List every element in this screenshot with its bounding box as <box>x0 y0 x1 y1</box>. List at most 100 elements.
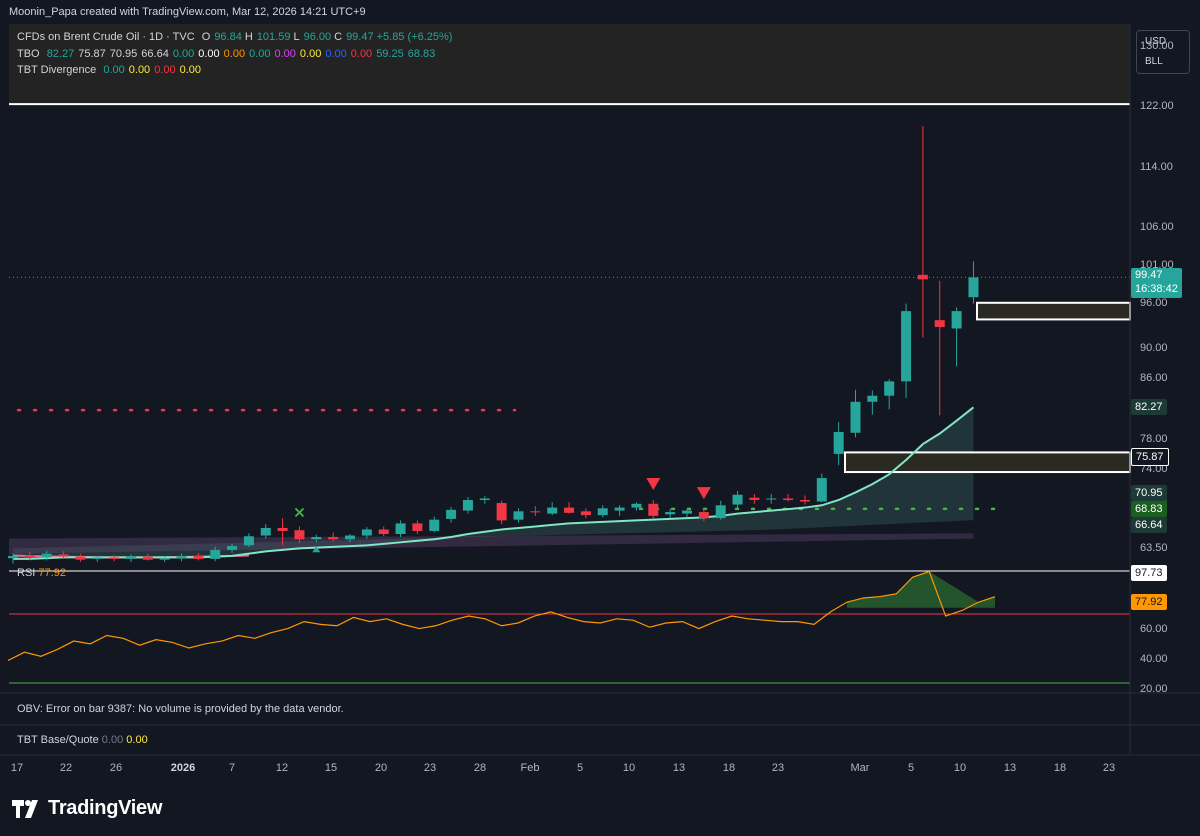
price-tick: 90.00 <box>1140 341 1168 354</box>
candle-body <box>766 498 777 500</box>
tbo-value: 66.64 <box>141 48 169 60</box>
candle-body <box>58 554 69 557</box>
candle-body <box>311 537 322 540</box>
candle-body <box>698 512 709 519</box>
time-tick: 7 <box>228 762 236 774</box>
ohlc-value: 99.47 <box>346 31 374 43</box>
price-tick: 122.00 <box>1140 100 1174 113</box>
tbo-value: 0.00 <box>249 48 271 60</box>
tradingview-logo-icon <box>12 799 38 818</box>
candle-body <box>917 274 928 280</box>
tbt-bq-name[interactable]: TBT Base/Quote <box>17 734 99 746</box>
candle-body <box>260 527 271 536</box>
rsi-legend: RSI 77.92 <box>17 567 66 579</box>
time-tick: Mar <box>850 762 870 774</box>
candle-body <box>328 537 339 540</box>
candle-body <box>715 505 726 519</box>
rsi-value: 77.92 <box>38 567 66 579</box>
time-tick: 26 <box>109 762 123 774</box>
candle-body <box>530 511 541 513</box>
time-tick: 20 <box>374 762 388 774</box>
divergence-value: 0.00 <box>103 64 125 76</box>
candle-body <box>749 497 760 500</box>
legend-divergence-row: TBT Divergence 0.00 0.00 0.00 0.00 <box>17 64 209 76</box>
tbo-value: 0.00 <box>325 48 347 60</box>
obv-error-text: OBV: Error on bar 9387: No volume is pro… <box>17 703 344 715</box>
time-tick: Feb <box>520 762 540 774</box>
candle-body <box>732 494 743 505</box>
ohlc-key: H <box>244 31 253 43</box>
price-label: 75.87 <box>1131 447 1169 466</box>
price-tick: 63.50 <box>1140 542 1168 555</box>
ohlc-value: 96.00 <box>303 31 332 43</box>
candle-body <box>361 529 372 536</box>
tradingview-logo: TradingView <box>12 797 162 820</box>
time-tick: 15 <box>324 762 338 774</box>
tbo-indicator-name[interactable]: TBO <box>17 48 40 60</box>
candle-body <box>951 311 962 329</box>
candle-body <box>479 498 490 500</box>
candle-body <box>159 558 170 560</box>
rsi-tick: 40.00 <box>1140 653 1168 665</box>
price-label: 66.64 <box>1131 517 1167 534</box>
tbo-values: 82.27 75.87 70.95 66.64 0.00 0.00 0.00 0.00 0.00… <box>47 48 440 60</box>
currency-unit-selector[interactable]: USD BLL <box>1136 30 1190 74</box>
zone-lower <box>844 451 1131 474</box>
time-tick: 13 <box>1003 762 1017 774</box>
candle-body <box>833 432 844 454</box>
time-tick: 17 <box>10 762 24 774</box>
divergence-indicator-name[interactable]: TBT Divergence <box>17 64 96 76</box>
rsi-tick: 60.00 <box>1140 623 1168 635</box>
tbo-value: 0.00 <box>223 48 246 60</box>
tbt-bq-value-2: 0.00 <box>126 734 148 746</box>
candle-body <box>631 503 642 508</box>
candle-body <box>395 523 406 534</box>
candle-body <box>142 556 153 560</box>
symbol-title[interactable]: CFDs on Brent Crude Oil · 1D · TVC <box>17 31 195 43</box>
tbo-value: 75.87 <box>78 48 106 60</box>
footer <box>0 788 1200 836</box>
rsi-value-label: 77.92 <box>1131 594 1167 610</box>
candle-body <box>934 320 945 327</box>
candle-body <box>277 527 288 531</box>
time-tick: 18 <box>722 762 736 774</box>
tbo-value: 0.00 <box>198 48 220 60</box>
candle-body <box>75 556 86 560</box>
tbo-value: 0.00 <box>299 48 322 60</box>
candle-body <box>580 511 591 516</box>
tbo-value: 0.00 <box>172 48 195 60</box>
ohlc-value: 96.84 <box>214 31 242 43</box>
price-label: 68.83 <box>1131 500 1167 517</box>
candle-body <box>597 508 608 516</box>
tbo-cloud-purple <box>9 525 974 556</box>
tbt-bq-value-1: 0.00 <box>101 734 124 746</box>
candle-body <box>243 536 254 546</box>
zone-upper <box>976 301 1131 321</box>
price-tick: 106.00 <box>1140 221 1174 233</box>
candle-body <box>8 555 18 559</box>
price-tick: 96.00 <box>1140 296 1168 309</box>
tbo-value: 70.95 <box>109 48 138 60</box>
price-label: 70.95 <box>1131 484 1167 501</box>
candle-body <box>665 512 676 515</box>
candle-body <box>41 553 52 558</box>
candle-body <box>24 555 35 558</box>
time-tick: 2026 <box>170 762 196 774</box>
ohlc-value: 101.59 <box>256 31 291 43</box>
candle-body <box>547 507 558 514</box>
divergence-value: 0.00 <box>179 64 202 76</box>
divergence-value: 0.00 <box>154 64 176 76</box>
candle-body <box>867 395 878 402</box>
ohlc-key: O <box>201 31 211 43</box>
ohlc-key: L <box>293 31 300 43</box>
ohlc-value: +5.85 (+6.25%) <box>376 31 453 43</box>
tbt-base-quote-legend: TBT Base/Quote 0.00 0.00 <box>17 734 148 746</box>
cross-signal <box>294 507 305 518</box>
tbo-value: 68.83 <box>407 48 436 60</box>
time-tick: 28 <box>473 762 487 774</box>
time-tick: 5 <box>907 762 915 774</box>
rsi-tick: 20.00 <box>1140 683 1168 695</box>
candle-body <box>513 511 524 520</box>
candle-body <box>176 555 187 559</box>
rsi-name[interactable]: RSI <box>17 567 35 579</box>
